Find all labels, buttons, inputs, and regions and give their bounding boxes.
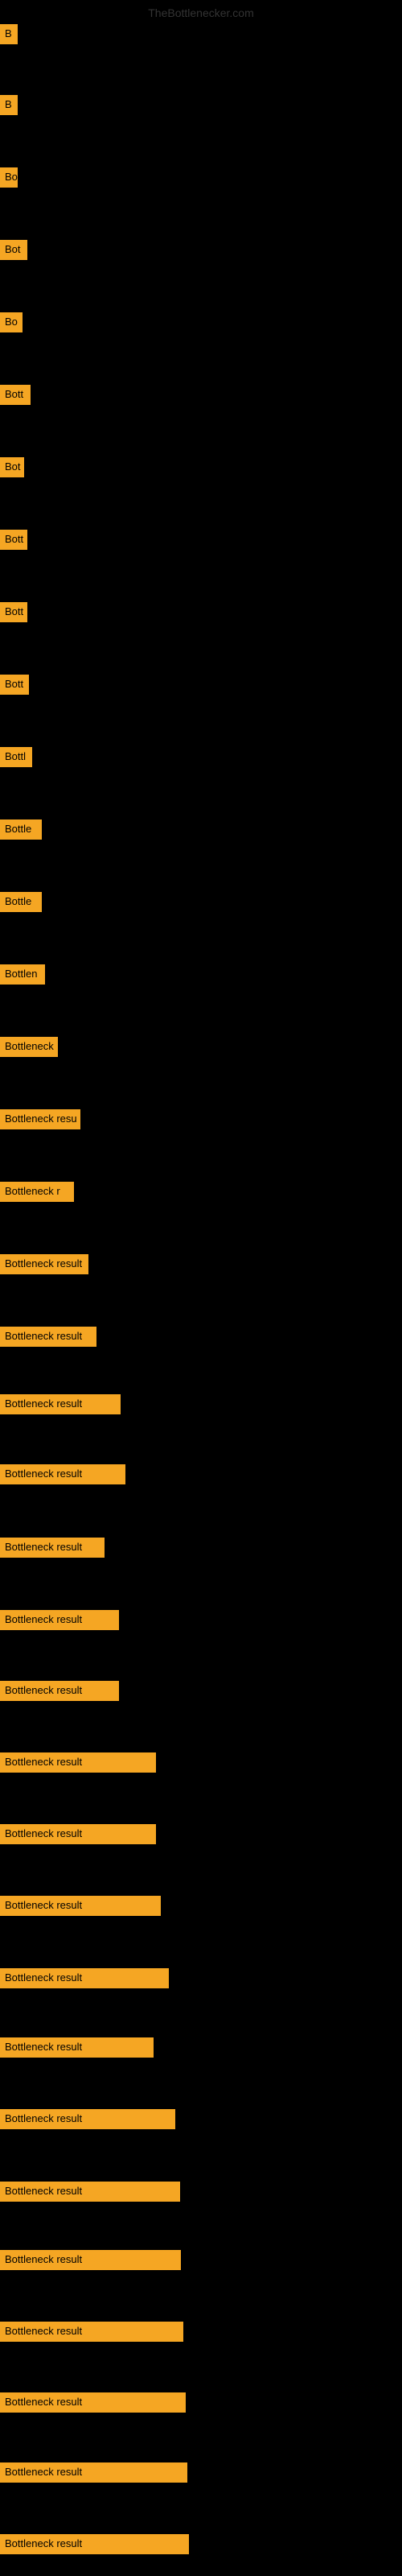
bottleneck-item: Bottleneck — [0, 1037, 58, 1057]
bottleneck-item: Bottleneck result — [0, 2037, 154, 2058]
bottleneck-item: Bottleneck resu — [0, 1109, 80, 1129]
bottleneck-item: Bottleneck result — [0, 1394, 121, 1414]
bottleneck-item: Bo — [0, 312, 23, 332]
bottleneck-item: Bottleneck result — [0, 1327, 96, 1347]
bottleneck-item: B — [0, 24, 18, 44]
bottleneck-item: Bottleneck result — [0, 2322, 183, 2342]
bottleneck-item: Bott — [0, 530, 27, 550]
bottleneck-item: Bottleneck result — [0, 1538, 105, 1558]
bottleneck-item: Bott — [0, 602, 27, 622]
bottleneck-item: Bott — [0, 675, 29, 695]
bottleneck-item: Bottle — [0, 819, 42, 840]
bottleneck-item: Bottleneck result — [0, 1254, 88, 1274]
bottleneck-item: Bo — [0, 167, 18, 188]
bottleneck-item: Bottleneck result — [0, 2250, 181, 2270]
bottleneck-item: Bottl — [0, 747, 32, 767]
bottleneck-item: Bottleneck result — [0, 2109, 175, 2129]
bottleneck-item: Bottleneck result — [0, 2182, 180, 2202]
bottleneck-item: Bottleneck result — [0, 1752, 156, 1773]
bottleneck-item: Bot — [0, 457, 24, 477]
bottleneck-item: Bottleneck result — [0, 2462, 187, 2483]
bottleneck-item: Bottle — [0, 892, 42, 912]
bottleneck-item: Bottleneck result — [0, 1610, 119, 1630]
bottleneck-item: Bottlen — [0, 964, 45, 985]
bottleneck-item: Bottleneck result — [0, 1824, 156, 1844]
bottleneck-item: Bottleneck result — [0, 2534, 189, 2554]
bottleneck-item: Bottleneck result — [0, 1968, 169, 1988]
bottleneck-item: Bottleneck result — [0, 1464, 125, 1484]
bottleneck-item: Bott — [0, 385, 31, 405]
site-title: TheBottlenecker.com — [148, 6, 254, 19]
bottleneck-item: Bot — [0, 240, 27, 260]
bottleneck-item: Bottleneck result — [0, 2392, 186, 2413]
bottleneck-item: Bottleneck r — [0, 1182, 74, 1202]
bottleneck-item: Bottleneck result — [0, 1681, 119, 1701]
bottleneck-item: B — [0, 95, 18, 115]
bottleneck-item: Bottleneck result — [0, 1896, 161, 1916]
